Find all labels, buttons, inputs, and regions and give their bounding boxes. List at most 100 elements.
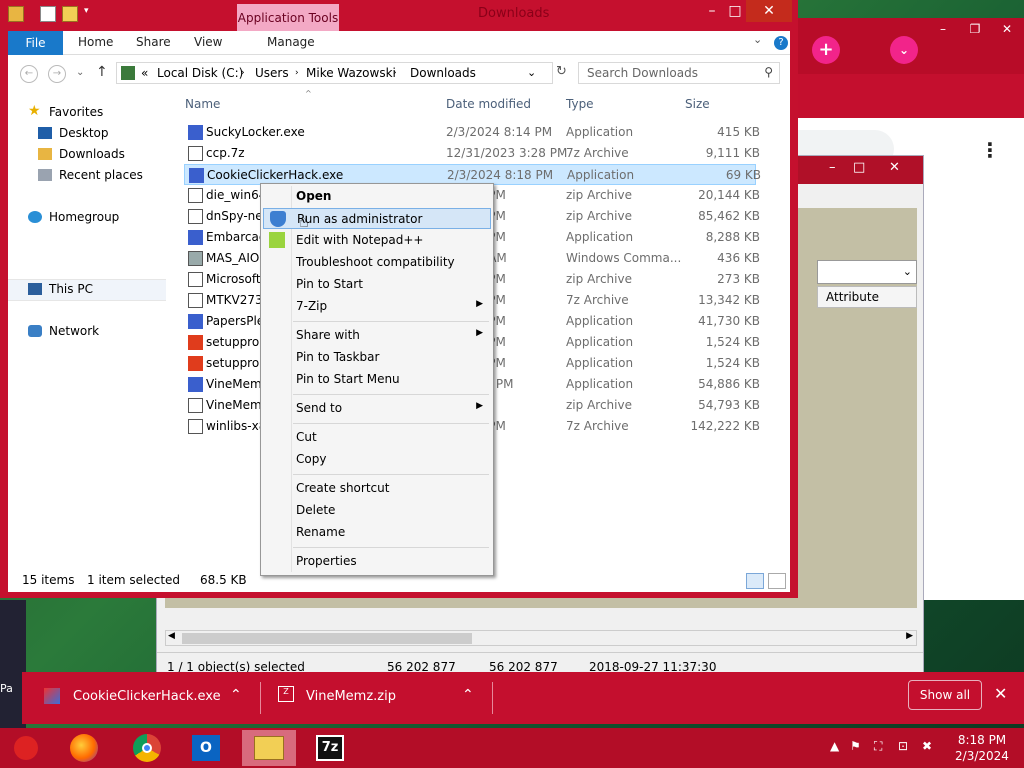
office-icon bbox=[188, 335, 203, 350]
chevron-up-icon[interactable]: ⌃ bbox=[230, 687, 242, 703]
minimize-icon[interactable]: – bbox=[829, 160, 836, 175]
page-kebab-icon[interactable]: ⋮ bbox=[980, 138, 1000, 162]
menu-item-pin-to-taskbar[interactable]: Pin to Taskbar bbox=[263, 347, 491, 368]
menu-item-troubleshoot[interactable]: Troubleshoot compatibility bbox=[263, 252, 491, 273]
large-icons-view-icon[interactable] bbox=[768, 573, 786, 589]
recent-locations-chevron-icon[interactable]: ⌄ bbox=[76, 67, 84, 78]
properties-icon[interactable] bbox=[40, 6, 56, 22]
tab-home[interactable]: Home bbox=[78, 35, 113, 49]
breadcrumb-local-disk[interactable]: Local Disk (C:) bbox=[157, 66, 243, 80]
menu-item-delete[interactable]: Delete bbox=[263, 500, 491, 521]
menu-item-edit-with-notepadpp[interactable]: Edit with Notepad++ bbox=[263, 230, 491, 251]
file-row[interactable]: SuckyLocker.exe 2/3/2024 8:14 PM Applicati… bbox=[184, 122, 760, 143]
volume-muted-icon[interactable]: ✖ bbox=[922, 739, 932, 753]
archive-icon bbox=[188, 419, 203, 434]
minimize-icon[interactable]: – bbox=[930, 20, 956, 38]
application-tools-contextual-tab[interactable]: Application Tools bbox=[237, 4, 339, 32]
column-header-name[interactable]: Name bbox=[185, 97, 220, 111]
scrollbar-thumb[interactable] bbox=[182, 633, 472, 644]
menu-item-7zip[interactable]: 7-Zip ▶ bbox=[263, 296, 491, 317]
show-all-button[interactable]: Show all bbox=[908, 680, 982, 710]
search-input[interactable]: Search Downloads ⚲ bbox=[578, 62, 780, 84]
address-bar[interactable]: « Local Disk (C:) › Users › Mike Wazowsk… bbox=[116, 62, 553, 84]
close-icon[interactable]: ✕ bbox=[746, 0, 792, 22]
network-tray-icon[interactable]: ⊡ bbox=[898, 739, 908, 753]
sort-ascending-icon: ^ bbox=[305, 89, 312, 98]
taskbar-chrome[interactable] bbox=[120, 730, 174, 766]
minimize-icon[interactable]: – bbox=[700, 0, 724, 22]
breadcrumb-downloads[interactable]: Downloads bbox=[410, 66, 476, 80]
horizontal-scrollbar[interactable]: ◀ ▶ bbox=[165, 630, 917, 646]
attribute-column-header[interactable]: Attribute bbox=[817, 286, 917, 308]
scroll-right-icon[interactable]: ▶ bbox=[906, 631, 913, 641]
profile-avatar-icon[interactable]: ● bbox=[956, 142, 970, 161]
action-center-icon[interactable]: ⚑ bbox=[850, 739, 861, 753]
file-row[interactable]: ccp.7z 12/31/2023 3:28 PM 7z Archive 9,111 … bbox=[184, 143, 760, 164]
breadcrumb-user[interactable]: Mike Wazowski bbox=[306, 66, 396, 80]
new-tab-plus-icon[interactable]: + bbox=[812, 36, 840, 64]
column-header-type[interactable]: Type bbox=[566, 97, 594, 111]
tray-app-icon[interactable]: ⛶ bbox=[874, 739, 882, 754]
breadcrumb-separator-icon[interactable]: › bbox=[241, 68, 245, 78]
taskbar-file-explorer[interactable] bbox=[242, 730, 296, 766]
ribbon-expand-chevron-icon[interactable]: ⌄ bbox=[753, 33, 762, 46]
maximize-icon[interactable]: □ bbox=[724, 0, 746, 22]
back-arrow-icon[interactable]: ← bbox=[20, 65, 38, 83]
chevron-up-icon[interactable]: ⌃ bbox=[462, 687, 474, 703]
file-row[interactable]: CookieClickerHack.exe 2/3/2024 8:18 PM App… bbox=[184, 164, 761, 185]
close-icon[interactable]: ✕ bbox=[994, 684, 1007, 703]
help-icon[interactable]: ? bbox=[774, 36, 788, 50]
tab-manage[interactable]: Manage bbox=[267, 35, 315, 49]
column-header-size[interactable]: Size bbox=[685, 97, 710, 111]
column-header-date[interactable]: Date modified bbox=[446, 97, 531, 111]
refresh-icon[interactable]: ↻ bbox=[556, 64, 574, 84]
file-type: 7z Archive bbox=[566, 146, 629, 160]
download-item-vinememz[interactable]: Z VineMemz.zip ⌃ bbox=[262, 672, 492, 724]
download-item-cookieclickerhack[interactable]: CookieClickerHack.exe ⌃ bbox=[22, 672, 260, 724]
tab-file[interactable]: File bbox=[8, 31, 63, 55]
start-button[interactable] bbox=[2, 730, 52, 766]
menu-item-properties[interactable]: Properties bbox=[263, 551, 491, 572]
menu-item-share-with[interactable]: Share with ▶ bbox=[263, 325, 491, 346]
folder-icon[interactable] bbox=[8, 6, 24, 22]
side-panel-icon[interactable]: ▣ bbox=[924, 142, 939, 161]
taskbar-outlook[interactable]: O bbox=[180, 730, 234, 766]
menu-item-cut[interactable]: Cut bbox=[263, 427, 491, 448]
file-type: Application bbox=[566, 125, 634, 139]
tab-view[interactable]: View bbox=[194, 35, 222, 49]
new-folder-icon[interactable] bbox=[62, 6, 78, 22]
up-arrow-icon[interactable]: ↑ bbox=[96, 64, 108, 80]
menu-item-pin-to-start-menu[interactable]: Pin to Start Menu bbox=[263, 369, 491, 390]
tab-share[interactable]: Share bbox=[136, 35, 171, 49]
address-dropdown-chevron-icon[interactable]: ⌄ bbox=[527, 66, 536, 79]
breadcrumb-separator-icon[interactable]: › bbox=[393, 68, 397, 78]
breadcrumb-separator-icon[interactable]: › bbox=[295, 68, 299, 78]
breadcrumb-overflow[interactable]: « bbox=[141, 66, 148, 80]
menu-item-pin-to-start[interactable]: Pin to Start bbox=[263, 274, 491, 295]
menu-item-create-shortcut[interactable]: Create shortcut bbox=[263, 478, 491, 499]
maximize-icon[interactable]: □ bbox=[853, 160, 865, 175]
scroll-left-icon[interactable]: ◀ bbox=[168, 631, 175, 641]
restore-icon[interactable]: ❐ bbox=[962, 20, 988, 38]
close-icon[interactable]: ✕ bbox=[994, 20, 1020, 38]
file-name: die_win64 bbox=[206, 188, 267, 202]
archive-path-dropdown[interactable]: ⌄ bbox=[817, 260, 917, 284]
tab-search-chevron-icon[interactable]: ⌄ bbox=[890, 36, 918, 64]
clock-date: 2/3/2024 bbox=[955, 749, 1009, 763]
close-icon[interactable]: ✕ bbox=[889, 160, 900, 175]
details-view-icon[interactable] bbox=[746, 573, 764, 589]
menu-item-run-as-administrator[interactable]: Run as administrator bbox=[263, 208, 491, 229]
menu-item-copy[interactable]: Copy bbox=[263, 449, 491, 470]
system-clock[interactable]: 8:18 PM 2/3/2024 bbox=[952, 732, 1012, 764]
menu-item-open[interactable]: Open bbox=[263, 186, 491, 207]
navigation-bar: ← → ⌄ ↑ « Local Disk (C:) › Users › Mike… bbox=[8, 55, 790, 93]
menu-item-rename[interactable]: Rename bbox=[263, 522, 491, 543]
menu-item-send-to[interactable]: Send to ▶ bbox=[263, 398, 491, 419]
show-hidden-icons-chevron-icon[interactable]: ▲ bbox=[830, 739, 839, 753]
taskbar-firefox[interactable] bbox=[58, 730, 112, 766]
breadcrumb-users[interactable]: Users bbox=[255, 66, 289, 80]
forward-arrow-icon[interactable]: → bbox=[48, 65, 66, 83]
search-icon[interactable]: ⚲ bbox=[764, 65, 773, 79]
taskbar-7zip[interactable]: 7z bbox=[304, 730, 358, 766]
customize-chevron-icon[interactable]: ▾ bbox=[84, 6, 100, 22]
